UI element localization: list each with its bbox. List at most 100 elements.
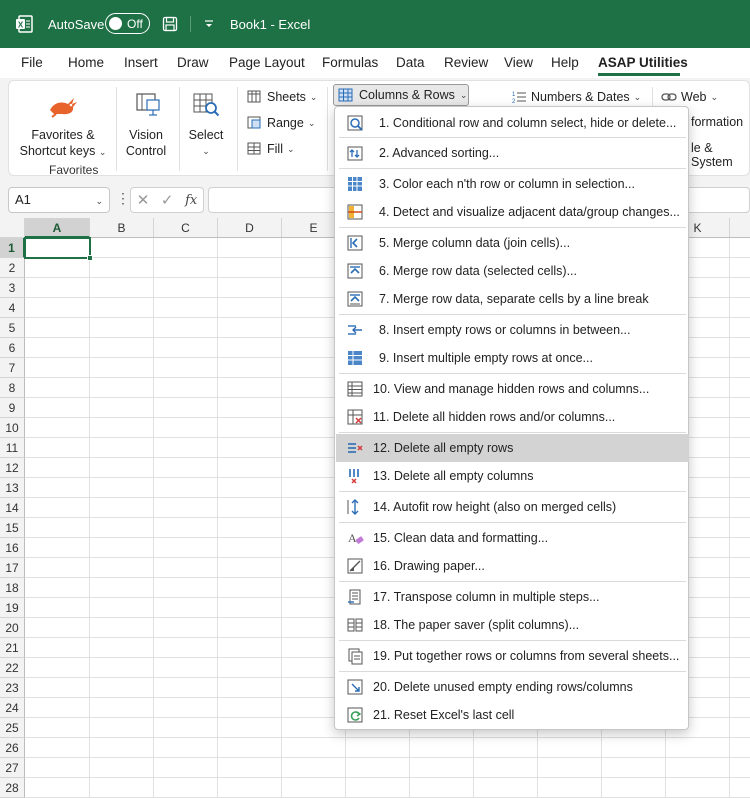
tab-view[interactable]: View xyxy=(504,55,533,70)
transpose-icon xyxy=(346,588,364,606)
gridline-horizontal xyxy=(25,737,750,738)
insert-between-icon xyxy=(346,321,364,339)
menu-item-delete-empty-columns[interactable]: 13. Delete all empty columns xyxy=(336,462,689,490)
row-header-18[interactable]: 18 xyxy=(0,578,25,598)
column-header-b[interactable]: B xyxy=(90,218,154,238)
row-header-26[interactable]: 26 xyxy=(0,738,25,758)
chevron-down-icon: ⌄ xyxy=(202,146,210,156)
menu-item-insert-multiple-rows[interactable]: 9. Insert multiple empty rows at once... xyxy=(336,344,689,372)
row-header-1[interactable]: 1 xyxy=(0,238,25,258)
row-header-13[interactable]: 13 xyxy=(0,478,25,498)
select-all-corner[interactable] xyxy=(0,218,25,238)
row-header-21[interactable]: 21 xyxy=(0,638,25,658)
row-header-5[interactable]: 5 xyxy=(0,318,25,338)
formula-buttons: ✕ ✓ fx xyxy=(130,187,204,213)
row-header-23[interactable]: 23 xyxy=(0,678,25,698)
numbers-dates-button[interactable]: 12 Numbers & Dates ⌄ xyxy=(511,89,641,105)
gridline-vertical xyxy=(729,238,730,798)
save-icon[interactable] xyxy=(162,0,178,48)
row-header-15[interactable]: 15 xyxy=(0,518,25,538)
menu-item-detect-changes[interactable]: 4. Detect and visualize adjacent data/gr… xyxy=(336,198,689,226)
menu-item-color-nth-row[interactable]: 3. Color each n'th row or column in sele… xyxy=(336,170,689,198)
tab-review[interactable]: Review xyxy=(444,55,488,70)
menu-item-merge-column-data[interactable]: 5. Merge column data (join cells)... xyxy=(336,229,689,257)
more-options-icon[interactable]: ⋮ xyxy=(116,190,130,207)
row-header-9[interactable]: 9 xyxy=(0,398,25,418)
tab-formulas[interactable]: Formulas xyxy=(322,55,378,70)
ribbon-separator xyxy=(237,87,238,171)
column-header-a[interactable]: A xyxy=(25,218,90,238)
column-header-d[interactable]: D xyxy=(218,218,282,238)
menu-item-conditional-select[interactable]: 1. Conditional row and column select, hi… xyxy=(336,109,689,137)
column-header-l[interactable]: L xyxy=(730,218,750,238)
row-header-8[interactable]: 8 xyxy=(0,378,25,398)
tab-page-layout[interactable]: Page Layout xyxy=(229,55,305,70)
menu-item-autofit-row-height[interactable]: 14. Autofit row height (also on merged c… xyxy=(336,493,689,521)
columns-rows-button[interactable]: Columns & Rows ⌄ xyxy=(333,84,469,106)
tab-draw[interactable]: Draw xyxy=(177,55,209,70)
tab-insert[interactable]: Insert xyxy=(124,55,158,70)
menu-item-label: 7. Merge row data, separate cells by a l… xyxy=(379,292,649,306)
menu-item-put-together[interactable]: 19. Put together rows or columns from se… xyxy=(336,642,689,670)
menu-item-delete-empty-rows[interactable]: 12. Delete all empty rows xyxy=(336,434,689,462)
active-cell[interactable] xyxy=(24,237,91,259)
insert-function-icon[interactable]: fx xyxy=(185,193,197,208)
select-button[interactable]: Select ⌄ xyxy=(182,87,230,159)
enter-icon[interactable]: ✓ xyxy=(161,191,174,209)
row-header-20[interactable]: 20 xyxy=(0,618,25,638)
row-header-17[interactable]: 17 xyxy=(0,558,25,578)
favorites-button[interactable]: Favorites & Shortcut keys ⌄ xyxy=(17,87,109,160)
row-header-2[interactable]: 2 xyxy=(0,258,25,278)
menu-item-clean-data[interactable]: A 15. Clean data and formatting... xyxy=(336,524,689,552)
row-header-24[interactable]: 24 xyxy=(0,698,25,718)
fill-button[interactable]: Fill ⌄ xyxy=(247,141,295,157)
row-header-25[interactable]: 25 xyxy=(0,718,25,738)
menu-item-insert-empty-between[interactable]: 8. Insert empty rows or columns in betwe… xyxy=(336,316,689,344)
web-button[interactable]: Web ⌄ xyxy=(661,89,718,105)
row-header-27[interactable]: 27 xyxy=(0,758,25,778)
sheets-button[interactable]: Sheets ⌄ xyxy=(247,89,317,105)
menu-item-manage-hidden[interactable]: 10. View and manage hidden rows and colu… xyxy=(336,375,689,403)
row-header-7[interactable]: 7 xyxy=(0,358,25,378)
menu-item-label: 19. Put together rows or columns from se… xyxy=(373,649,680,663)
tab-file[interactable]: File xyxy=(21,55,43,70)
row-header-12[interactable]: 12 xyxy=(0,458,25,478)
menu-item-drawing-paper[interactable]: 16. Drawing paper... xyxy=(336,552,689,580)
menu-separator xyxy=(339,373,686,374)
tab-data[interactable]: Data xyxy=(396,55,425,70)
menu-item-merge-row-linebreak[interactable]: 7. Merge row data, separate cells by a l… xyxy=(336,285,689,313)
menu-item-merge-row-data[interactable]: 6. Merge row data (selected cells)... xyxy=(336,257,689,285)
menu-separator xyxy=(339,137,686,138)
menu-item-reset-last-cell[interactable]: 21. Reset Excel's last cell xyxy=(336,701,689,729)
row-header-16[interactable]: 16 xyxy=(0,538,25,558)
information-button[interactable]: formation xyxy=(691,115,743,129)
menu-item-paper-saver[interactable]: 18. The paper saver (split columns)... xyxy=(336,611,689,639)
column-header-c[interactable]: C xyxy=(154,218,218,238)
menu-item-delete-unused[interactable]: 20. Delete unused empty ending rows/colu… xyxy=(336,673,689,701)
tab-asap-utilities[interactable]: ASAP Utilities xyxy=(598,55,688,70)
row-header-28[interactable]: 28 xyxy=(0,778,25,798)
tab-home[interactable]: Home xyxy=(68,55,104,70)
file-system-button[interactable]: le & System xyxy=(691,141,749,169)
tab-help[interactable]: Help xyxy=(551,55,579,70)
row-header-4[interactable]: 4 xyxy=(0,298,25,318)
menu-item-transpose-column[interactable]: 17. Transpose column in multiple steps..… xyxy=(336,583,689,611)
menu-item-delete-hidden[interactable]: 11. Delete all hidden rows and/or column… xyxy=(336,403,689,431)
favorites-label: Favorites & xyxy=(31,128,95,142)
row-header-14[interactable]: 14 xyxy=(0,498,25,518)
row-header-22[interactable]: 22 xyxy=(0,658,25,678)
fill-handle[interactable] xyxy=(87,255,93,261)
name-box[interactable]: A1 ⌄ xyxy=(8,187,110,213)
row-header-11[interactable]: 11 xyxy=(0,438,25,458)
cancel-icon[interactable]: ✕ xyxy=(137,191,150,209)
menu-item-advanced-sorting[interactable]: 2. Advanced sorting... xyxy=(336,139,689,167)
row-header-3[interactable]: 3 xyxy=(0,278,25,298)
autosave-toggle[interactable]: Off xyxy=(105,13,150,34)
rabbit-icon xyxy=(17,87,109,123)
range-button[interactable]: Range ⌄ xyxy=(247,115,315,131)
vision-control-button[interactable]: Vision Control xyxy=(119,87,173,159)
row-header-19[interactable]: 19 xyxy=(0,598,25,618)
row-header-10[interactable]: 10 xyxy=(0,418,25,438)
row-header-6[interactable]: 6 xyxy=(0,338,25,358)
customize-qat-icon[interactable] xyxy=(204,0,214,48)
